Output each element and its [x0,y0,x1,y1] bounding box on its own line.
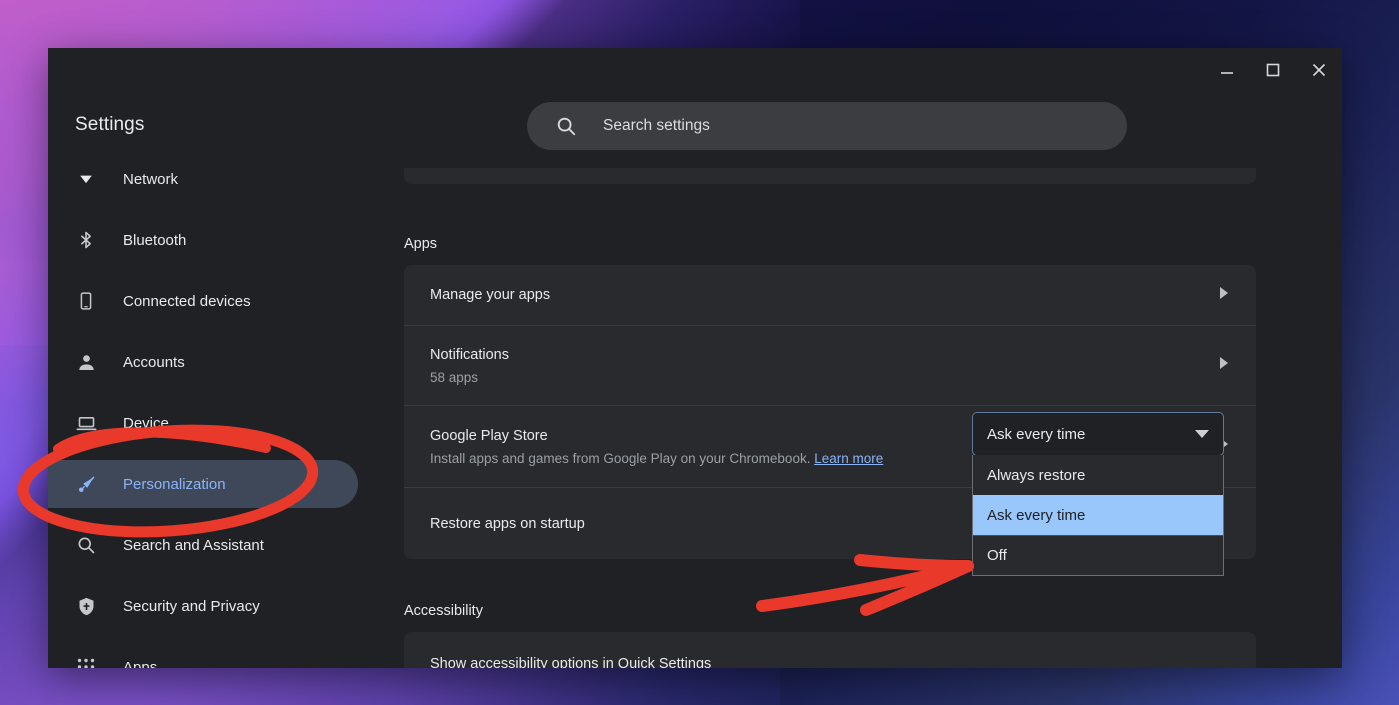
person-icon [74,350,98,374]
chevron-right-icon [1218,356,1230,375]
settings-app-bar: Settings Search settings [48,92,1342,168]
laptop-icon [74,411,98,435]
row-title: Notifications [430,346,509,363]
search-icon [555,115,577,137]
phone-icon [74,289,98,313]
sidebar-item-label: Apps [123,658,158,669]
select-trigger[interactable]: Ask every time [972,412,1224,456]
previous-section-card-partial [404,168,1256,184]
brush-icon [74,472,98,496]
section-title-apps: Apps [404,236,438,252]
page-title: Settings [75,114,145,135]
bluetooth-icon [74,228,98,252]
sidebar-item-bluetooth[interactable]: Bluetooth [48,216,358,264]
row-texts: Notifications 58 apps [430,345,1206,387]
learn-more-link[interactable]: Learn more [814,451,883,466]
sidebar-item-label: Network [123,170,179,188]
grid-apps-icon [74,655,98,668]
chevron-down-icon [74,168,98,191]
minimize-button[interactable] [1204,48,1250,92]
search-input[interactable]: Search settings [527,102,1127,150]
settings-main-content: Apps Manage your apps Notifications 58 a… [400,168,1342,668]
search-placeholder: Search settings [603,117,710,134]
sidebar-item-label: Device [123,414,169,432]
row-manage-your-apps[interactable]: Manage your apps [404,265,1256,325]
sidebar-item-label: Accounts [123,353,185,371]
close-button[interactable] [1296,48,1342,92]
search-icon [74,533,98,557]
chevron-down-icon [1195,430,1209,438]
sidebar-item-label: Connected devices [123,292,251,310]
accessibility-card: Show accessibility options in Quick Sett… [404,632,1256,668]
row-subtitle: 58 apps [430,369,479,385]
sidebar-item-label: Bluetooth [123,231,187,249]
select-option-always-restore[interactable]: Always restore [973,455,1223,495]
sidebar-item-label: Personalization [123,475,226,493]
select-option-ask-every-time[interactable]: Ask every time [973,495,1223,535]
row-texts: Show accessibility options in Quick Sett… [430,654,1230,668]
row-show-accessibility-options[interactable]: Show accessibility options in Quick Sett… [404,632,1256,668]
sidebar-item-search-and-assistant[interactable]: Search and Assistant [48,521,358,569]
desktop-background: Settings Search settings Network Bluetoo… [0,0,1399,705]
sidebar-item-security-and-privacy[interactable]: Security and Privacy [48,582,358,630]
maximize-button[interactable] [1250,48,1296,92]
row-notifications[interactable]: Notifications 58 apps [404,325,1256,405]
sidebar-item-label: Security and Privacy [123,597,260,615]
row-subtitle-text: Install apps and games from Google Play … [430,450,815,466]
select-value: Ask every time [987,425,1086,443]
row-title: Manage your apps [430,287,551,303]
sidebar-item-connected-devices[interactable]: Connected devices [48,277,358,325]
select-option-off[interactable]: Off [973,535,1223,575]
select-options-menu: Always restore Ask every time Off [972,455,1224,576]
sidebar-item-accounts[interactable]: Accounts [48,338,358,386]
restore-apps-on-startup-dropdown[interactable]: Ask every time Always restore Ask every … [972,412,1224,576]
sidebar-item-device[interactable]: Device [48,399,358,447]
settings-body: Network Bluetooth Connected devices Acco… [48,168,1342,668]
row-title: Show accessibility options in Quick Sett… [430,656,712,668]
shield-icon [74,594,98,618]
section-title-accessibility: Accessibility [404,603,483,619]
sidebar-item-personalization[interactable]: Personalization [48,460,358,508]
sidebar-item-apps[interactable]: Apps [48,643,358,668]
settings-sidebar: Network Bluetooth Connected devices Acco… [48,168,400,668]
chevron-right-icon [1218,286,1230,305]
settings-window: Settings Search settings Network Bluetoo… [48,48,1342,668]
sidebar-item-label: Search and Assistant [123,536,264,554]
row-texts: Manage your apps [430,285,1206,305]
window-controls [1204,48,1342,92]
sidebar-item-network[interactable]: Network [48,168,358,203]
window-title-bar[interactable] [48,48,1342,92]
